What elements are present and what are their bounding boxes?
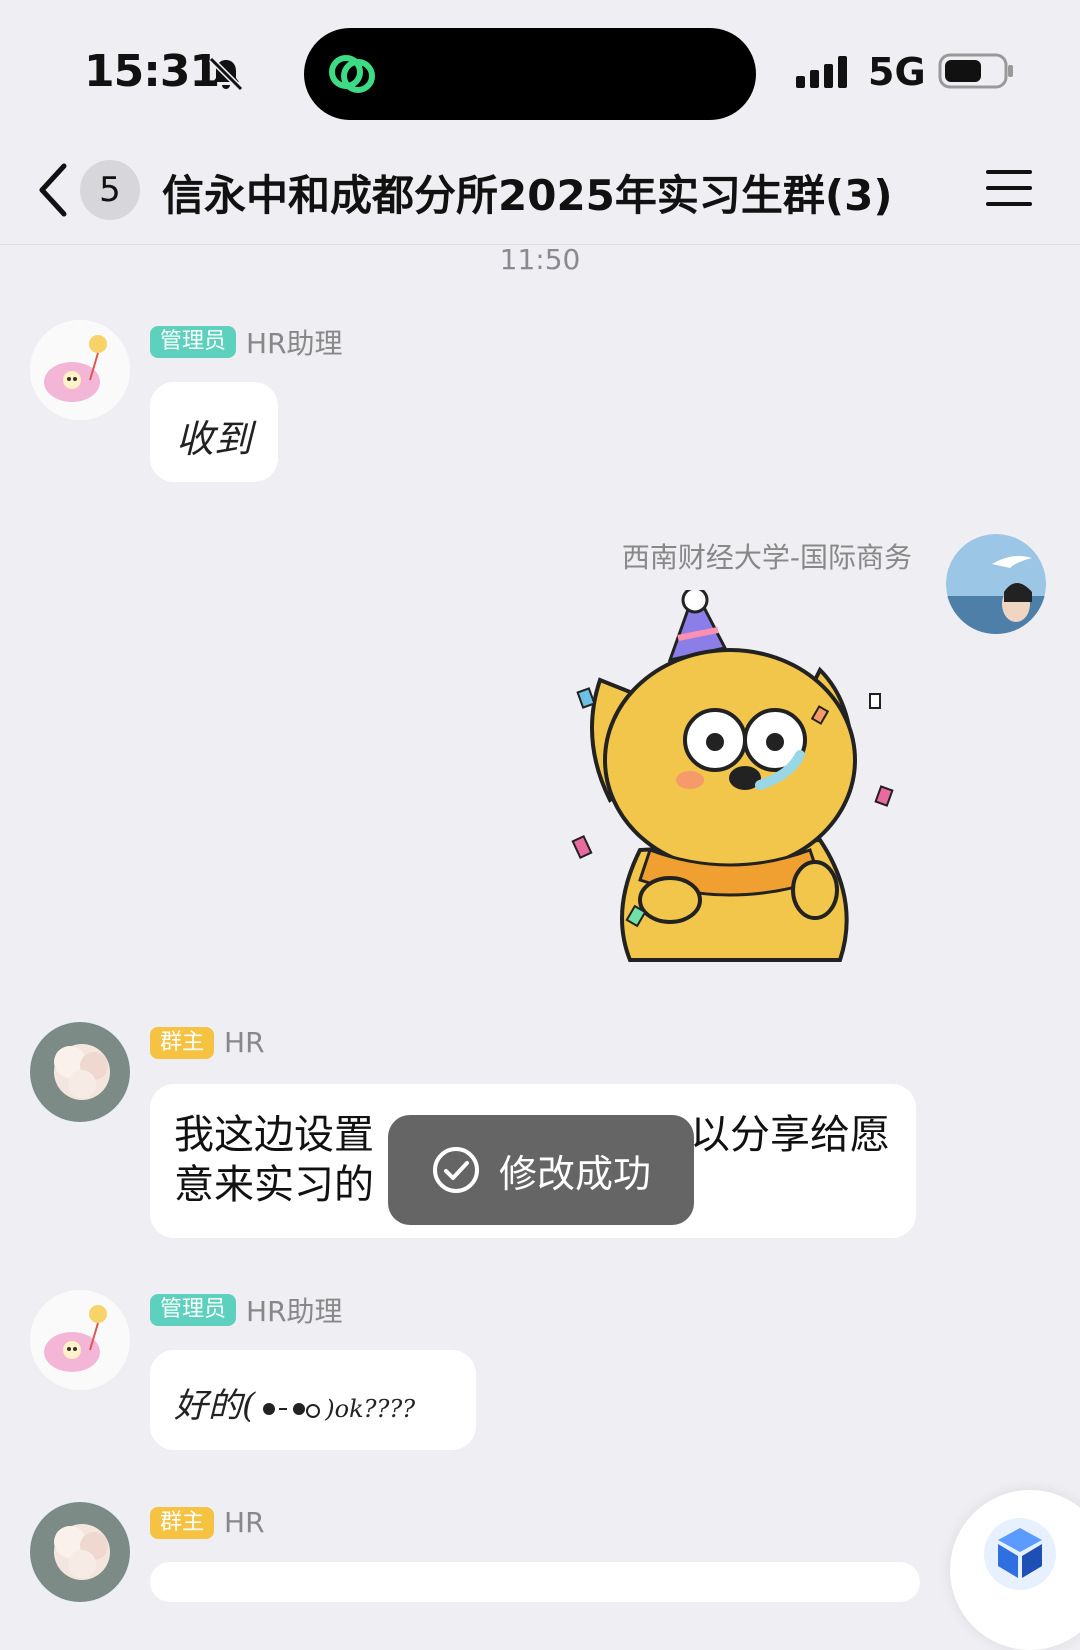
sender-meta: 群主 HR [150, 1026, 265, 1059]
peony-avatar-icon [30, 1022, 130, 1122]
sender-name: HR [224, 1026, 265, 1059]
toast: 修改成功 [388, 1115, 694, 1225]
sender-meta: 管理员 HR助理 [150, 1290, 343, 1330]
admin-badge: 管理员 [150, 326, 237, 358]
owner-badge: 群主 [150, 1506, 215, 1539]
kaomoji-face-icon [263, 1403, 321, 1418]
flower-avatar-icon [30, 1290, 130, 1390]
message-bubble[interactable] [150, 1562, 920, 1602]
bell-off-icon [208, 56, 244, 92]
message-text: 收到 [176, 417, 253, 461]
toast-text: 修改成功 [498, 1151, 651, 1196]
sender-meta: 管理员 HR助理 [150, 322, 343, 362]
owner-badge: 群主 [150, 1026, 215, 1059]
sender-name: HR助理 [246, 1295, 343, 1328]
status-bar: 15:31 5G [0, 0, 1080, 140]
avatar[interactable] [30, 1502, 130, 1602]
admin-badge: 管理员 [150, 1294, 237, 1326]
back-arrow-icon[interactable] [34, 160, 74, 220]
sender-name: HR助理 [246, 327, 343, 360]
dog-party-sticker[interactable] [570, 590, 920, 970]
signal-icon [796, 56, 847, 88]
message-bubble[interactable]: 好的( )ok???? [150, 1350, 476, 1450]
network-type: 5G [868, 50, 926, 94]
status-time: 15:31 [84, 46, 220, 97]
avatar[interactable] [30, 1022, 130, 1122]
message-bubble[interactable]: 收到 [150, 382, 278, 482]
seagull-avatar-icon [946, 534, 1046, 634]
sender-name: 西南财经大学-国际商务 [621, 541, 912, 574]
chat-title: 信永中和成都分所2025年实习生群(3) [162, 171, 893, 220]
app-link-icon [329, 55, 375, 93]
message-text-line1-left: 我这边设置 [174, 1112, 374, 1158]
avatar[interactable] [30, 1290, 130, 1390]
check-circle-icon [432, 1147, 479, 1193]
flower-avatar-icon [30, 320, 130, 420]
dynamic-island [304, 28, 756, 120]
message-text-tail: )ok???? [325, 1395, 416, 1423]
avatar[interactable] [946, 534, 1046, 634]
chat-header: 5 信永中和成都分所2025年实习生群(3) [0, 140, 1080, 245]
sender-meta: 西南财经大学-国际商务 [600, 536, 912, 576]
battery-icon [938, 53, 1013, 89]
cube-app-icon [984, 1518, 1056, 1590]
peony-avatar-icon [30, 1502, 130, 1602]
avatar[interactable] [30, 320, 130, 420]
floating-action-button[interactable] [950, 1490, 1080, 1650]
message-text-start: 好的( [174, 1386, 256, 1426]
sender-meta: 群主 HR [150, 1506, 265, 1539]
menu-icon[interactable] [986, 168, 1032, 208]
sender-name: HR [224, 1506, 265, 1539]
unread-count-badge[interactable]: 5 [80, 160, 140, 220]
message-text-line1-right: 以分享给愿 [690, 1112, 890, 1158]
message-text: 好的( )ok???? [174, 1378, 415, 1427]
message-text-line2-left: 意来实习的 [174, 1162, 374, 1208]
message-timestamp: 11:50 [499, 243, 581, 276]
